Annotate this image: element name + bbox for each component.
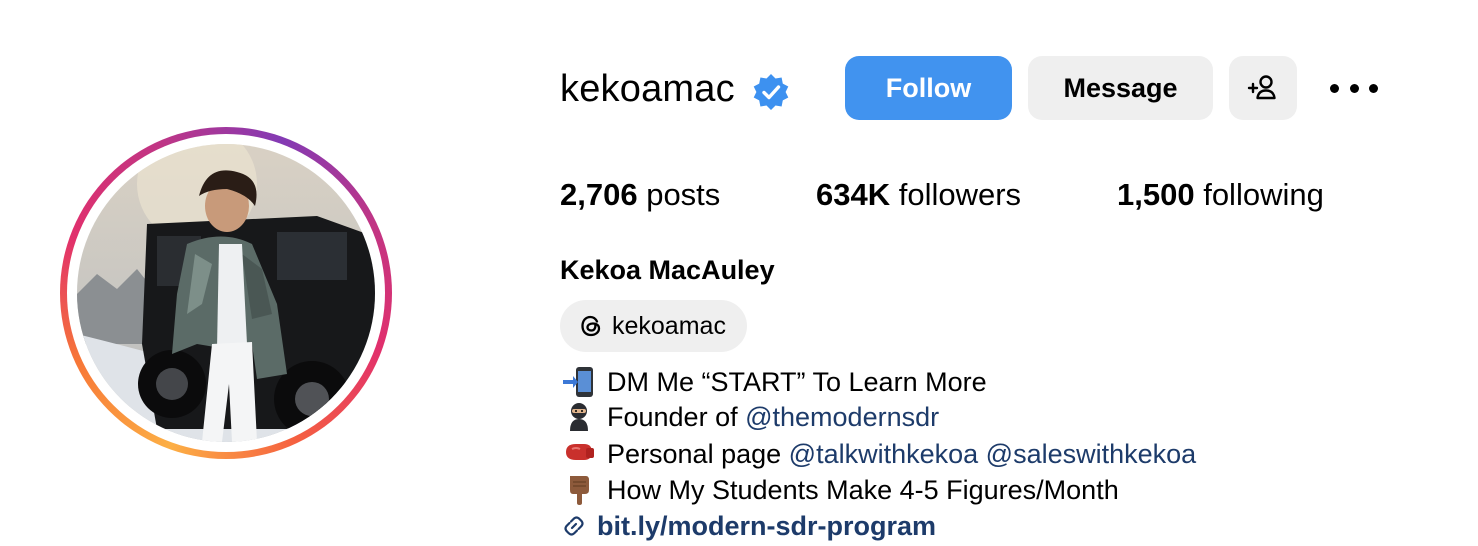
posts-label: posts bbox=[646, 177, 721, 212]
pointing-down-emoji bbox=[570, 476, 589, 505]
profile-page: kekoamac Follow Message 2,706 posts 634K… bbox=[0, 0, 1478, 546]
username: kekoamac bbox=[560, 68, 735, 110]
following-count: 1,500 bbox=[1117, 177, 1195, 212]
mention-saleswithkekoa[interactable]: @saleswithkekoa bbox=[986, 437, 1197, 471]
story-ring[interactable] bbox=[60, 127, 392, 459]
following-stat[interactable]: 1,500 following bbox=[1117, 176, 1324, 214]
mention-talkwithkekoa[interactable]: @talkwithkekoa bbox=[789, 437, 979, 471]
bio-line-1: DM Me “START” To Learn More bbox=[562, 365, 987, 399]
mobile-arrow-emoji bbox=[563, 367, 593, 397]
posts-stat: 2,706 posts bbox=[560, 176, 720, 214]
threads-icon bbox=[581, 315, 601, 337]
message-button[interactable]: Message bbox=[1028, 56, 1213, 120]
followers-count: 634K bbox=[816, 177, 891, 212]
follow-button[interactable]: Follow bbox=[845, 56, 1012, 120]
bio-line-4: How My Students Make 4-5 Figures/Month bbox=[562, 473, 1119, 507]
bio-text-4: How My Students Make 4-5 Figures/Month bbox=[607, 475, 1119, 505]
add-user-icon bbox=[1247, 75, 1276, 100]
verified-badge-icon bbox=[751, 72, 791, 112]
followers-stat[interactable]: 634K followers bbox=[816, 176, 1021, 214]
profile-photo bbox=[77, 144, 375, 442]
bio-text-3: Personal page bbox=[607, 439, 782, 469]
threads-badge[interactable]: kekoamac bbox=[560, 300, 747, 352]
posts-count: 2,706 bbox=[560, 177, 638, 212]
following-label: following bbox=[1203, 177, 1324, 212]
more-options-icon[interactable] bbox=[1330, 73, 1378, 103]
bio-text-1: DM Me “START” To Learn More bbox=[607, 367, 987, 397]
suggested-accounts-button[interactable] bbox=[1229, 56, 1297, 120]
mention-themodernsdr[interactable]: @themodernsdr bbox=[745, 400, 939, 434]
link-icon bbox=[564, 516, 584, 536]
ninja-emoji bbox=[570, 403, 588, 431]
bio-text-2: Founder of bbox=[607, 402, 738, 432]
followers-label: followers bbox=[898, 177, 1022, 212]
bio-line-2: Founder of @themodernsdr bbox=[562, 400, 939, 434]
bio-link[interactable]: bit.ly/modern-sdr-program bbox=[562, 508, 936, 544]
bio-link-text[interactable]: bit.ly/modern-sdr-program bbox=[597, 508, 936, 544]
full-name: Kekoa MacAuley bbox=[560, 255, 775, 285]
boxing-glove-emoji bbox=[566, 444, 594, 460]
threads-handle: kekoamac bbox=[612, 311, 726, 340]
bio-line-3: Personal page @talkwithkekoa @saleswithk… bbox=[562, 437, 1196, 471]
avatar[interactable] bbox=[77, 144, 375, 442]
